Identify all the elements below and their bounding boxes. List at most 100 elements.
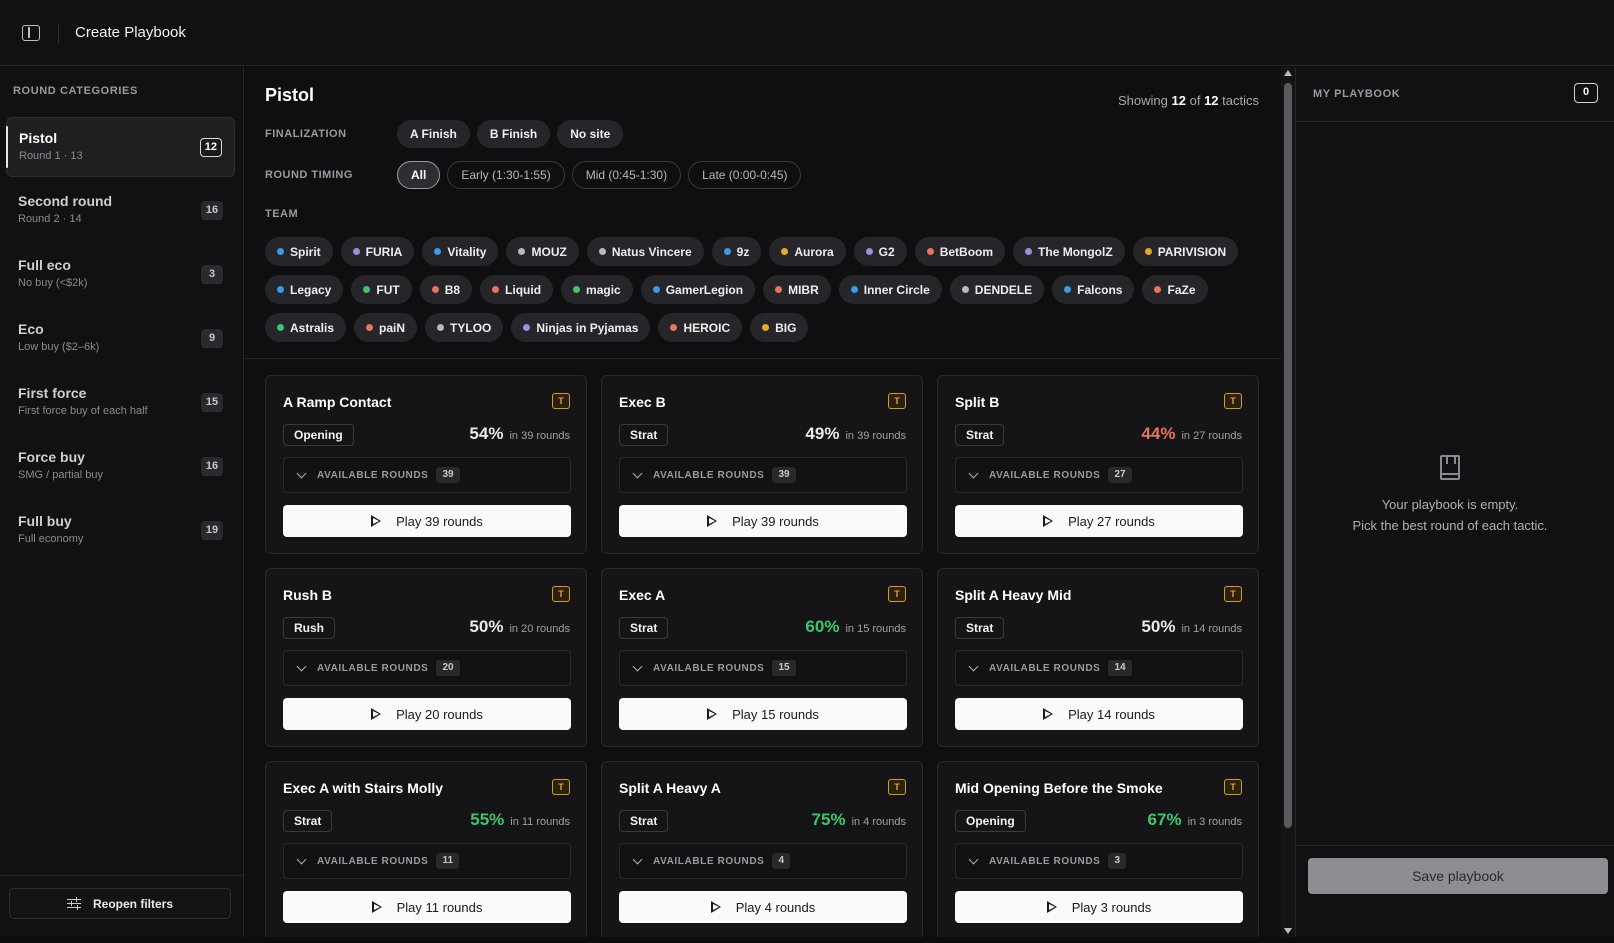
play-rounds-button[interactable]: Play 39 rounds xyxy=(619,505,907,537)
reopen-filters-button[interactable]: Reopen filters xyxy=(9,888,231,919)
available-rounds-toggle[interactable]: AVAILABLE ROUNDS 27 xyxy=(955,457,1243,493)
sidebar-item-category[interactable]: Force buy SMG / partial buy 16 xyxy=(6,437,235,497)
team-filter-chip[interactable]: GamerLegion xyxy=(640,275,756,304)
finalization-option[interactable]: No site xyxy=(557,120,624,148)
play-rounds-button[interactable]: Play 11 rounds xyxy=(283,891,571,923)
sidebar-item-category[interactable]: Second round Round 2 · 14 16 xyxy=(6,181,235,241)
play-rounds-button[interactable]: Play 27 rounds xyxy=(955,505,1243,537)
tactic-title: Split A Heavy A xyxy=(619,780,721,796)
play-rounds-button[interactable]: Play 20 rounds xyxy=(283,698,571,730)
team-filter-chip[interactable]: TYLOO xyxy=(425,313,504,342)
available-rounds-toggle[interactable]: AVAILABLE ROUNDS 3 xyxy=(955,843,1243,879)
team-filter-chip[interactable]: Legacy xyxy=(265,275,344,304)
team-filter-chip[interactable]: B8 xyxy=(419,275,473,304)
team-filter-chip[interactable]: MIBR xyxy=(763,275,831,304)
team-filter-chip[interactable]: Inner Circle xyxy=(838,275,942,304)
available-rounds-toggle[interactable]: AVAILABLE ROUNDS 4 xyxy=(619,843,907,879)
team-name: Ninjas in Pyjamas xyxy=(536,320,639,335)
team-filter-chip[interactable]: Falcons xyxy=(1052,275,1135,304)
sidebar-item-category[interactable]: First force First force buy of each half 1… xyxy=(6,373,235,433)
scroll-up-icon[interactable] xyxy=(1284,70,1292,76)
team-name: 9z xyxy=(736,244,750,259)
team-filter-chip[interactable]: Astralis xyxy=(265,313,347,342)
team-name: Falcons xyxy=(1077,282,1123,297)
available-rounds-label: AVAILABLE ROUNDS xyxy=(653,855,765,867)
rounds-count-text: in 39 rounds xyxy=(509,430,570,442)
available-rounds-toggle[interactable]: AVAILABLE ROUNDS 11 xyxy=(283,843,571,879)
play-rounds-label: Play 11 rounds xyxy=(396,899,483,915)
available-rounds-toggle[interactable]: AVAILABLE ROUNDS 15 xyxy=(619,650,907,686)
play-rounds-button[interactable]: Play 14 rounds xyxy=(955,698,1243,730)
team-filter-chip[interactable]: magic xyxy=(561,275,633,304)
save-playbook-button[interactable]: Save playbook xyxy=(1308,858,1608,894)
available-rounds-toggle[interactable]: AVAILABLE ROUNDS 39 xyxy=(619,457,907,493)
team-filter-chip[interactable]: Natus Vincere xyxy=(586,237,704,266)
team-filter-chip[interactable]: 9z xyxy=(711,237,762,266)
tactic-type-tag: Strat xyxy=(955,617,1005,639)
team-color-dot xyxy=(518,248,526,255)
team-color-dot xyxy=(366,324,374,331)
scroll-thumb[interactable] xyxy=(1284,83,1292,828)
team-filter-chip[interactable]: Aurora xyxy=(769,237,846,266)
win-rate-percent: 60% xyxy=(805,617,840,636)
team-filter-chip[interactable]: The MongolZ xyxy=(1013,237,1125,266)
timing-option[interactable]: Mid (0:45-1:30) xyxy=(571,161,682,189)
play-rounds-button[interactable]: Play 4 rounds xyxy=(619,891,907,923)
sidebar-heading: ROUND CATEGORIES xyxy=(13,85,138,97)
team-color-dot xyxy=(277,324,284,331)
timing-option[interactable]: Late (0:00-0:45) xyxy=(688,161,802,189)
sidebar-item-category[interactable]: Pistol Round 1 · 13 12 xyxy=(6,117,235,177)
sidebar-item-category[interactable]: Eco Low buy ($2–6k) 9 xyxy=(6,309,235,369)
team-name: FaZe xyxy=(1167,282,1196,297)
sidebar-item-category[interactable]: Full eco No buy (<$2k) 3 xyxy=(6,245,235,305)
finalization-option[interactable]: A Finish xyxy=(397,120,470,148)
team-filter-chip[interactable]: BIG xyxy=(750,313,809,342)
team-filter-chip[interactable]: DENDELE xyxy=(949,275,1045,304)
timing-option[interactable]: All xyxy=(397,161,441,189)
team-filter-chip[interactable]: Spirit xyxy=(265,237,333,266)
timing-option[interactable]: Early (1:30-1:55) xyxy=(447,161,565,189)
showing-suffix: tactics xyxy=(1222,93,1259,108)
sidebar-toggle-icon[interactable] xyxy=(22,24,40,41)
finalization-option[interactable]: B Finish xyxy=(476,120,551,148)
team-filter-chip[interactable]: HEROIC xyxy=(658,313,743,342)
sidebar-item-category[interactable]: Full buy Full economy 19 xyxy=(6,501,235,561)
team-filter-chip[interactable]: FaZe xyxy=(1142,275,1208,304)
team-filter-chip[interactable]: BetBoom xyxy=(914,237,1006,266)
play-rounds-button[interactable]: Play 3 rounds xyxy=(955,891,1243,923)
team-label: TEAM xyxy=(265,208,299,220)
team-filter-chip[interactable]: G2 xyxy=(853,237,907,266)
team-name: Inner Circle xyxy=(863,282,930,297)
tactic-title: Rush B xyxy=(283,587,332,603)
rounds-count-text: in 4 rounds xyxy=(851,816,906,828)
team-filter-chip[interactable]: Liquid xyxy=(480,275,554,304)
available-rounds-toggle[interactable]: AVAILABLE ROUNDS 39 xyxy=(283,457,571,493)
play-icon xyxy=(1043,515,1054,527)
team-name: B8 xyxy=(444,282,461,297)
tactic-title: Exec A xyxy=(619,587,666,603)
team-filter-chip[interactable]: PARIVISION xyxy=(1132,237,1239,266)
available-rounds-label: AVAILABLE ROUNDS xyxy=(989,855,1101,867)
reopen-filters-label: Reopen filters xyxy=(92,896,173,911)
available-rounds-toggle[interactable]: AVAILABLE ROUNDS 20 xyxy=(283,650,571,686)
chevron-down-icon xyxy=(632,661,643,671)
available-rounds-toggle[interactable]: AVAILABLE ROUNDS 14 xyxy=(955,650,1243,686)
win-rate: 50% in 14 rounds xyxy=(1141,617,1242,637)
team-color-dot xyxy=(277,286,284,293)
team-filter-chip[interactable]: Ninjas in Pyjamas xyxy=(511,313,651,342)
play-rounds-button[interactable]: Play 39 rounds xyxy=(283,505,571,537)
team-filter-chip[interactable]: FUT xyxy=(351,275,412,304)
team-color-dot xyxy=(1144,248,1152,255)
team-color-dot xyxy=(523,324,531,331)
team-color-dot xyxy=(781,248,789,255)
team-filter-chip[interactable]: MOUZ xyxy=(506,237,579,266)
rounds-count-text: in 27 rounds xyxy=(1181,430,1242,442)
tactic-card: Split A Heavy A T Strat 75% in 4 rounds AVAIL… xyxy=(601,761,923,937)
play-rounds-button[interactable]: Play 15 rounds xyxy=(619,698,907,730)
team-filter-chip[interactable]: paiN xyxy=(354,313,418,342)
team-color-dot xyxy=(652,286,660,293)
scroll-down-icon[interactable] xyxy=(1284,928,1292,934)
team-filter-chip[interactable]: Vitality xyxy=(422,237,499,266)
team-filter-chip[interactable]: FURIA xyxy=(340,237,415,266)
main-scrollbar[interactable] xyxy=(1281,67,1295,937)
